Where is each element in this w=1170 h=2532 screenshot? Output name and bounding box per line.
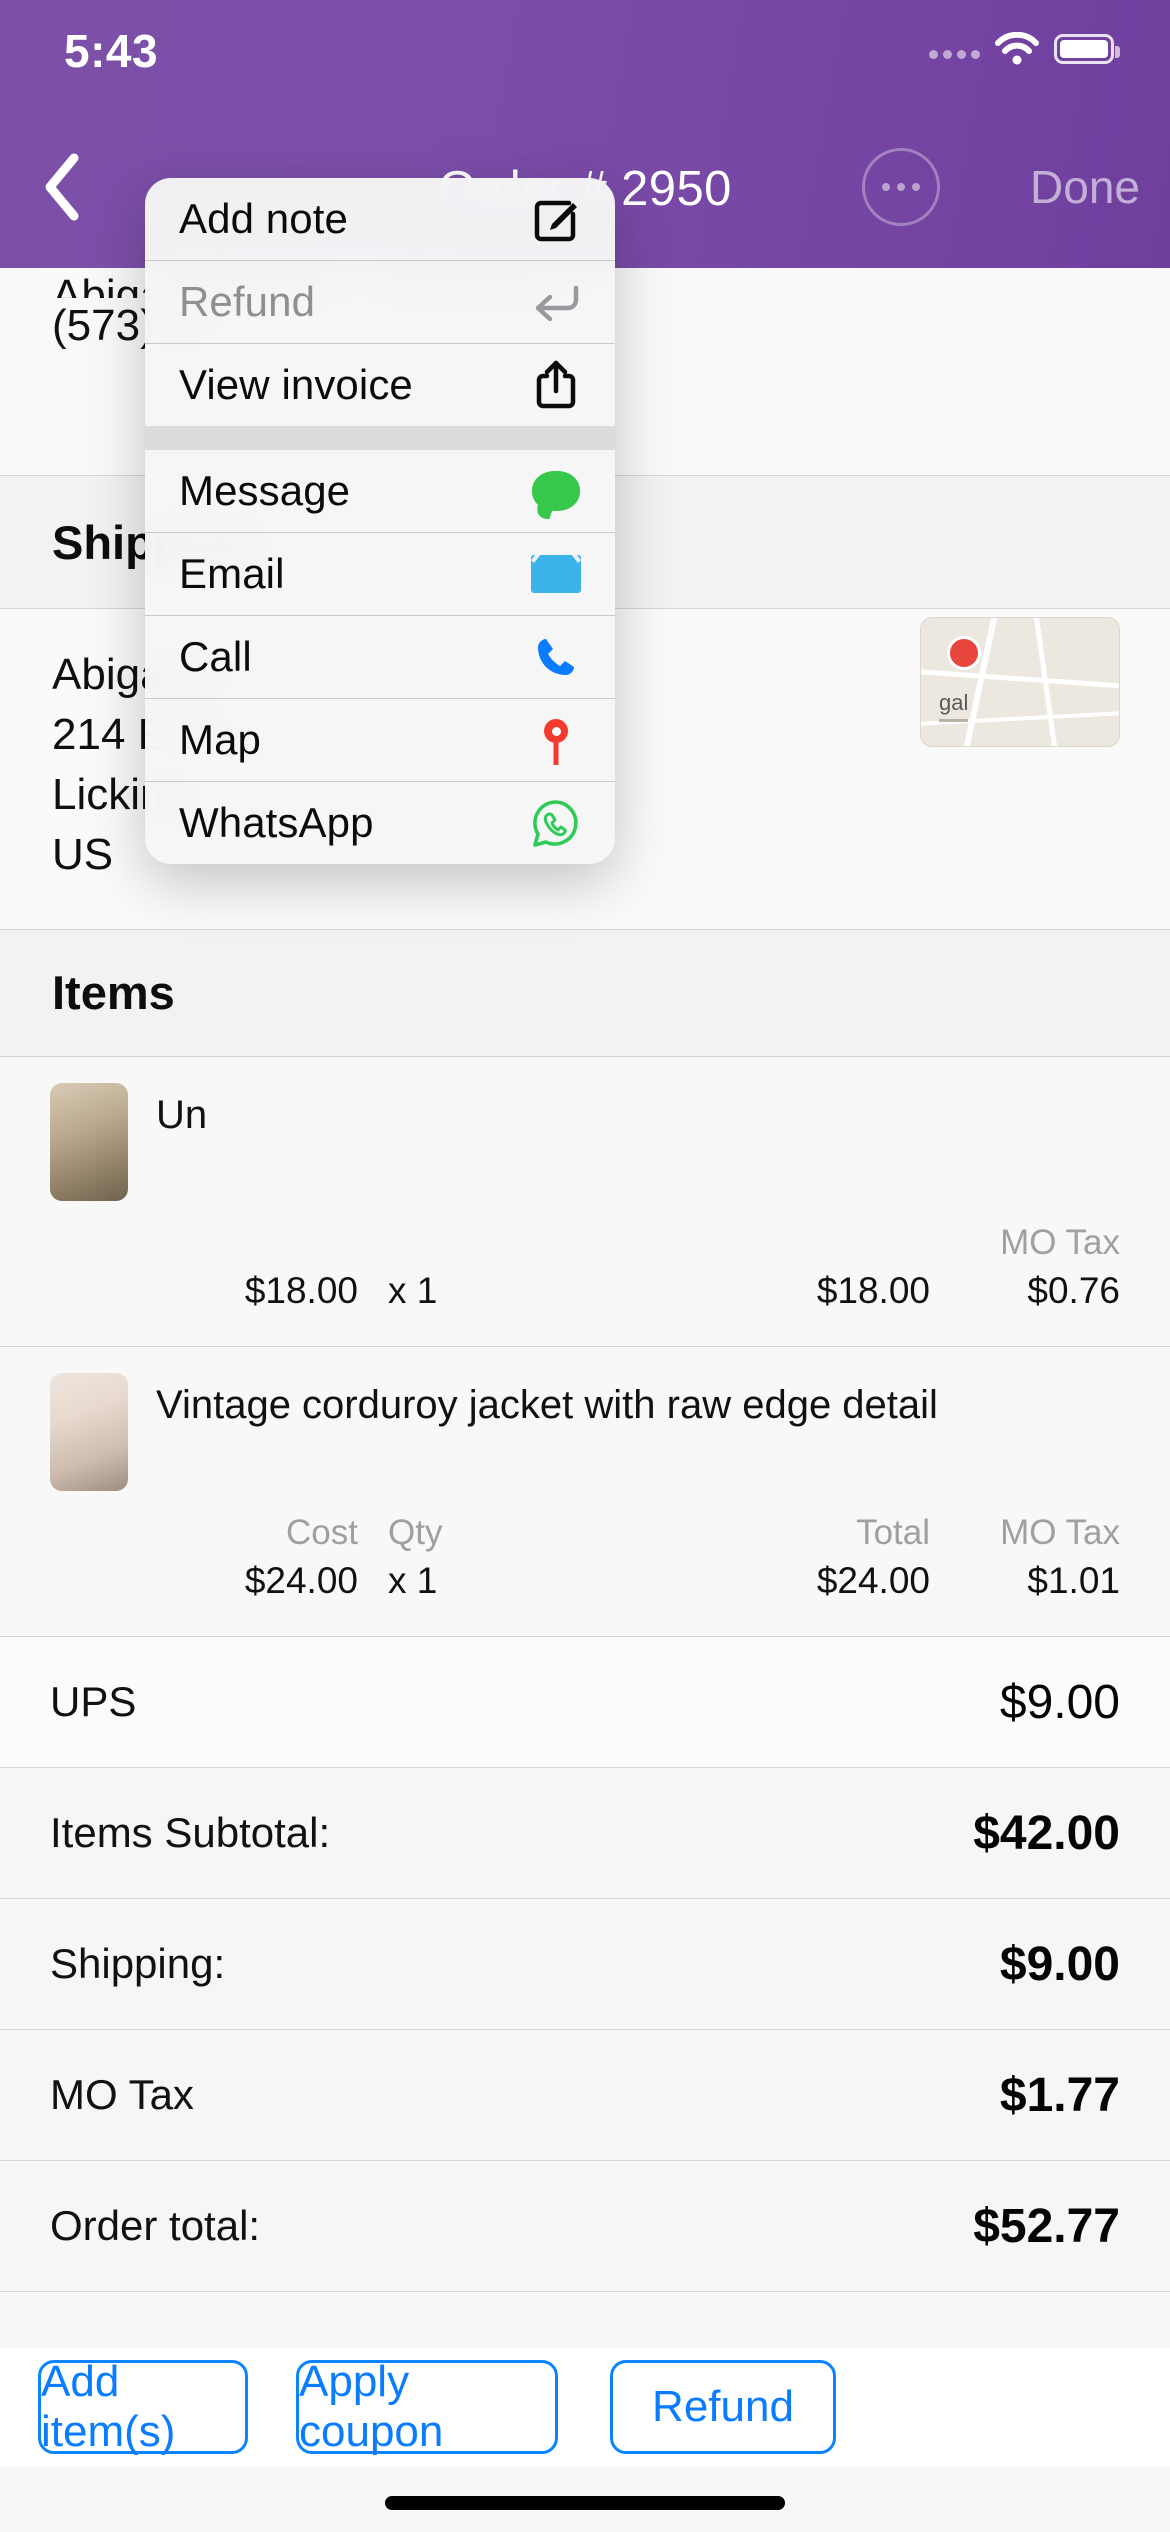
- menu-item-whatsapp[interactable]: WhatsApp: [145, 782, 615, 864]
- signal-dots-icon: [929, 39, 980, 59]
- bottom-action-bar: Add item(s) Apply coupon Refund: [0, 2348, 1170, 2466]
- totals-value: $9.00: [999, 1937, 1120, 1991]
- item-qty: Qty x 1: [388, 1512, 443, 1602]
- status-indicators: [929, 26, 1120, 72]
- menu-item-label: Refund: [179, 278, 316, 325]
- map-pin-icon: [529, 713, 583, 767]
- wifi-icon: [994, 31, 1040, 66]
- menu-item-label: WhatsApp: [179, 799, 374, 846]
- add-items-button[interactable]: Add item(s): [38, 2357, 248, 2456]
- menu-item-label: Map: [179, 716, 262, 763]
- menu-item-label: View invoice: [179, 361, 413, 408]
- table-row[interactable]: Vintage corduroy jacket with raw edge de…: [0, 1346, 1170, 1637]
- map-place-label: gal: [939, 688, 969, 723]
- totals-label: UPS: [50, 1678, 137, 1726]
- shipping-map-thumbnail[interactable]: gal: [920, 617, 1120, 748]
- menu-item-label: Call: [179, 633, 252, 680]
- item-tax: MO Tax $0.76: [1000, 1222, 1120, 1311]
- return-arrow-icon: [529, 275, 583, 329]
- totals-label: MO Tax: [50, 2071, 194, 2119]
- totals-value: $9.00: [999, 1675, 1120, 1729]
- apply-coupon-button[interactable]: Apply coupon: [296, 2357, 558, 2456]
- item-total: Total $24.00: [816, 1512, 930, 1602]
- totals-label: Shipping:: [50, 1940, 226, 1988]
- product-thumbnail: [50, 1372, 128, 1491]
- table-row[interactable]: Un $18.00 x 1 $18.00 MO Tax $0.76: [0, 1056, 1170, 1346]
- divider: [0, 2291, 1170, 2293]
- more-options-button[interactable]: [862, 148, 940, 226]
- totals-value: $52.77: [973, 2199, 1120, 2253]
- totals-value: $42.00: [973, 1806, 1120, 1860]
- context-menu: Add note Refund View invoice Message Ema…: [145, 178, 615, 864]
- menu-item-call[interactable]: Call: [145, 616, 615, 698]
- item-tax: MO Tax $1.01: [1000, 1512, 1120, 1602]
- menu-item-message[interactable]: Message: [145, 450, 615, 532]
- menu-item-label: Email: [179, 550, 285, 597]
- totals-label: Order total:: [50, 2202, 261, 2250]
- home-indicator: [385, 2496, 785, 2510]
- item-title: Un: [156, 1092, 208, 1137]
- menu-item-view-invoice[interactable]: View invoice: [145, 344, 615, 426]
- item-cost: Cost $24.00: [244, 1512, 358, 1602]
- item-total: $18.00: [816, 1270, 930, 1311]
- totals-value: $1.77: [999, 2068, 1120, 2122]
- phone-icon: [529, 630, 583, 684]
- refund-button[interactable]: Refund: [610, 2360, 836, 2454]
- map-pin-icon: [947, 636, 981, 671]
- menu-section-gap: [145, 426, 615, 450]
- menu-item-label: Add note: [179, 195, 348, 242]
- whatsapp-icon: [529, 796, 583, 850]
- battery-icon: [1054, 34, 1120, 64]
- menu-item-refund: Refund: [145, 261, 615, 343]
- totals-row-shipping: Shipping: $9.00: [0, 1899, 1170, 2030]
- totals-row-tax: MO Tax $1.77: [0, 2030, 1170, 2161]
- status-time: 5:43: [64, 25, 159, 77]
- menu-item-add-note[interactable]: Add note: [145, 178, 615, 260]
- totals-row-items-subtotal: Items Subtotal: $42.00: [0, 1768, 1170, 1899]
- totals-row-shipping-method: UPS $9.00: [0, 1637, 1170, 1768]
- share-upload-icon: [529, 358, 583, 412]
- items-section-header: Items: [0, 929, 1170, 1056]
- order-detail-screen: Abigail Shelton - Maintain (573) 67 Ship…: [0, 0, 1170, 2532]
- item-title: Vintage corduroy jacket with raw edge de…: [156, 1382, 938, 1427]
- status-bar: 5:43: [0, 0, 1170, 110]
- totals-label: Items Subtotal:: [50, 1809, 331, 1857]
- done-button[interactable]: Done: [1030, 150, 1140, 224]
- message-bubble-icon: [529, 464, 583, 518]
- product-thumbnail: [50, 1082, 128, 1201]
- totals-row-order-total: Order total: $52.77: [0, 2161, 1170, 2292]
- item-cost: $18.00: [244, 1270, 358, 1311]
- item-qty: x 1: [388, 1270, 438, 1311]
- envelope-icon: [529, 547, 583, 601]
- menu-item-map[interactable]: Map: [145, 699, 615, 781]
- compose-square-pencil-icon: [529, 192, 583, 246]
- menu-item-label: Message: [179, 467, 351, 514]
- menu-item-email[interactable]: Email: [145, 533, 615, 615]
